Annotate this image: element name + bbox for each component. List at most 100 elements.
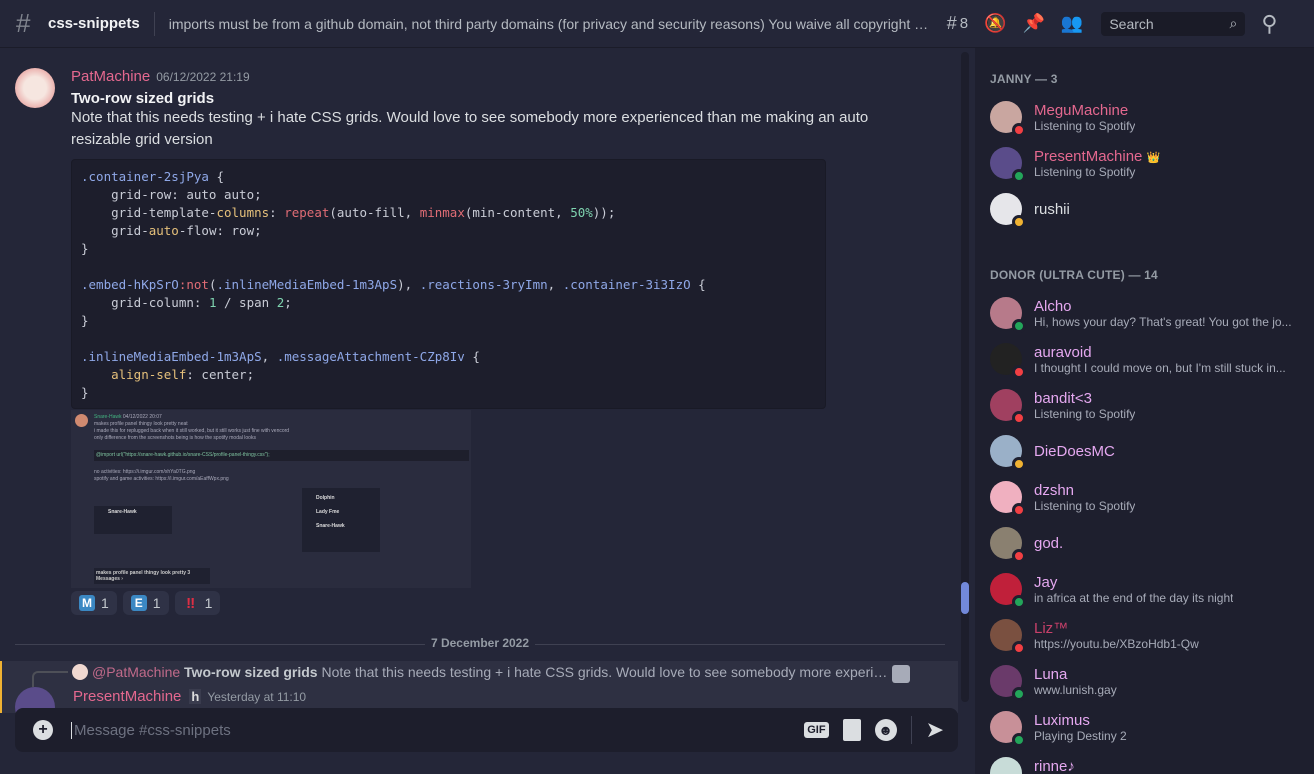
reaction-count: 1 — [101, 595, 109, 611]
scrollbar-thumb[interactable] — [961, 582, 969, 614]
pin-icon[interactable]: 📌 — [1022, 13, 1044, 34]
attachment-thread: makes profile panel thingy look pretty 3… — [94, 568, 210, 584]
member-item[interactable]: Liz™ https://youtu.be/XBzoHdb1-Qw — [975, 612, 1314, 658]
member-name: PresentMachine — [1034, 147, 1143, 165]
member-item[interactable]: PresentMachine 👑 Listening to Spotify — [975, 140, 1314, 186]
code-token: .reactions-3ryImn — [419, 277, 548, 292]
member-activity: Listening to Spotify — [1034, 118, 1136, 133]
member-item[interactable]: Jay in africa at the end of the day its … — [975, 566, 1314, 612]
reaction-emoji: M — [79, 595, 95, 611]
code-token: .container-2sjPya — [81, 169, 209, 184]
member-item[interactable]: dzshn Listening to Spotify — [975, 474, 1314, 520]
member-item[interactable]: bandit<3 Listening to Spotify — [975, 382, 1314, 428]
member-item[interactable]: rinne♪ meditate, masturbate, manipulate — [975, 750, 1314, 774]
avatar — [990, 435, 1026, 471]
reply-author[interactable]: PresentMachine — [73, 688, 181, 705]
attachment-import: @import url("https://snare-hawk.github.i… — [94, 450, 469, 461]
avatar — [990, 101, 1026, 137]
member-activity: Listening to Spotify — [1034, 498, 1136, 513]
code-line: align-self: center; — [81, 366, 816, 384]
member-name: rinne♪ — [1034, 757, 1075, 774]
message-author[interactable]: PatMachine — [71, 68, 150, 85]
member-name: Luximus — [1034, 711, 1090, 729]
avatar — [990, 297, 1026, 333]
sticker-button[interactable] — [842, 719, 861, 741]
search-input[interactable]: Search ⌕ — [1101, 11, 1246, 36]
attachment-line: i made this for replugged back when it s… — [94, 428, 290, 434]
role-badge: h — [189, 689, 202, 704]
reaction-button[interactable]: M1 — [71, 591, 117, 615]
member-item[interactable]: rushii — [975, 186, 1314, 232]
member-item[interactable]: god. — [975, 520, 1314, 566]
code-token: )); — [592, 205, 616, 220]
code-token: columns — [216, 205, 270, 220]
avatar[interactable] — [15, 68, 55, 108]
member-activity: in africa at the end of the day its nigh… — [1034, 590, 1234, 605]
avatar — [990, 389, 1026, 425]
member-name: auravoid — [1034, 343, 1092, 361]
add-attachment-button[interactable]: + — [33, 720, 53, 740]
code-token: 50% — [570, 205, 593, 220]
attachment-image[interactable]: Snare-Hawk 04/12/2022 20:07 makes profil… — [71, 410, 471, 588]
member-name: Liz™ — [1034, 619, 1069, 637]
member-activity: Hi, hows your day? That's great! You got… — [1034, 314, 1292, 329]
attachment-timestamp: 04/12/2022 20:07 — [122, 414, 162, 420]
attachment-line: makes profile panel thingy look pretty n… — [94, 421, 188, 427]
panel-item: Snare-Hawk — [316, 523, 345, 529]
reply-spine — [32, 671, 68, 687]
member-item[interactable]: Luximus Playing Destiny 2 — [975, 704, 1314, 750]
threads-button[interactable]: #8 — [947, 13, 968, 34]
member-item[interactable]: Alcho Hi, hows your day? That's great! Y… — [975, 290, 1314, 336]
channel-topic[interactable]: imports must be from a github domain, no… — [169, 16, 931, 32]
member-list: JANNY — 3 MeguMachine Listening to Spoti… — [975, 48, 1314, 774]
member-activity: Listening to Spotify — [1034, 164, 1136, 179]
send-button[interactable]: ➤ — [926, 717, 944, 743]
code-token: (auto-fill, — [329, 205, 420, 220]
member-activity: I thought I could move on, but I'm still… — [1034, 360, 1286, 375]
help-icon[interactable]: ⚲ — [1261, 11, 1277, 37]
code-token: , — [547, 277, 563, 292]
mute-bell-icon[interactable]: 🔕 — [984, 13, 1006, 34]
avatar — [990, 757, 1022, 774]
reaction-button[interactable]: ‼ 1 — [174, 591, 221, 615]
channel-name: css-snippets — [48, 15, 140, 32]
members-icon[interactable]: 👥 — [1061, 13, 1083, 34]
divider — [910, 716, 912, 744]
status-dnd-icon — [1012, 641, 1026, 655]
member-item[interactable]: Luna www.lunish.gay — [975, 658, 1314, 704]
member-item[interactable]: MeguMachine Listening to Spotify — [975, 94, 1314, 140]
reply-ref-title: Two-row sized grids — [184, 664, 318, 680]
gif-button[interactable]: GIF — [804, 722, 829, 738]
code-token: align-self — [111, 367, 187, 382]
code-token: : center; — [186, 367, 255, 382]
code-token: .inlineMediaEmbed-1m3ApS — [216, 277, 398, 292]
avatar — [990, 619, 1026, 655]
reply-avatar — [72, 664, 88, 680]
member-name: dzshn — [1034, 481, 1075, 499]
panel-item: Dolphin — [316, 495, 335, 501]
member-name: god. — [1034, 534, 1064, 552]
avatar — [990, 193, 1026, 229]
attachment-panel: Snare-Hawk — [94, 506, 172, 534]
code-block: .container-2sjPya { grid-row: auto auto;… — [71, 159, 826, 409]
reaction-emoji: E — [130, 595, 147, 611]
reply-ref-author[interactable]: @PatMachine — [92, 664, 180, 680]
member-name: bandit<3 — [1034, 389, 1092, 407]
message-input[interactable]: Message #css-snippets — [71, 721, 804, 739]
emoji-button[interactable]: ☻ — [874, 719, 897, 741]
code-line: grid-template-columns: repeat(auto-fill,… — [81, 204, 816, 222]
status-online-icon — [1012, 687, 1026, 701]
code-token: .container-3i3IzO — [562, 277, 691, 292]
code-token: , — [261, 349, 277, 364]
reaction-emoji: ‼ — [186, 594, 196, 612]
message: PatMachine 06/12/2022 21:19 Two-row sized… — [15, 68, 945, 151]
reply-ref-text[interactable]: Note that this needs testing + i hate CS… — [321, 664, 892, 680]
member-item[interactable]: DieDoesMC — [975, 428, 1314, 474]
status-online-icon — [1012, 595, 1026, 609]
crown-icon: 👑 — [1146, 151, 1161, 164]
member-item[interactable]: auravoid I thought I could move on, but … — [975, 336, 1314, 382]
status-online-icon — [1012, 169, 1026, 183]
reaction-button[interactable]: E1 — [122, 591, 169, 615]
